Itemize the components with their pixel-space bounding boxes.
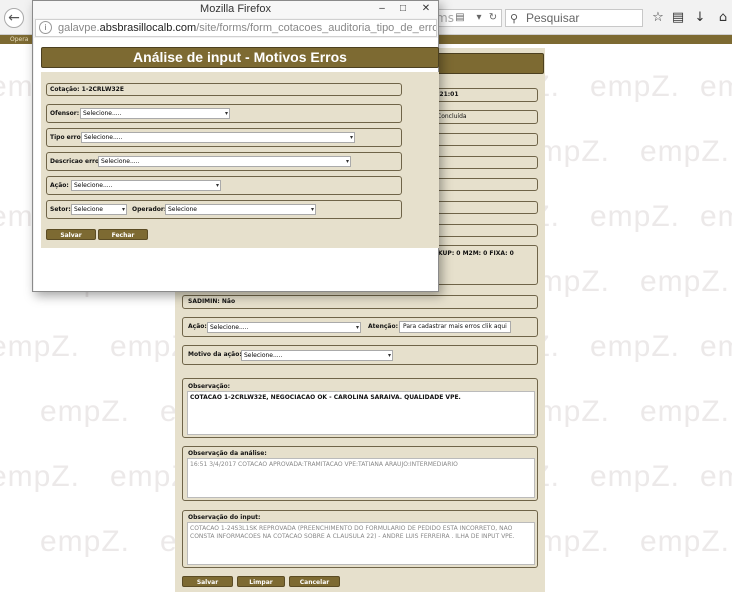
sadimin-row: SADIMIN: Não [182, 295, 538, 309]
popup-content: Análise de input - Motivos Erros Cotação… [34, 38, 439, 291]
close-icon[interactable]: ✕ [419, 2, 433, 16]
cotacao-text: Cotação: 1-2CRLW32E [50, 86, 124, 93]
ofensor-row: Ofensor: Selecione..... [46, 104, 402, 123]
tipo-erro-select[interactable]: Selecione..... [81, 132, 355, 143]
acao-row: Ação: Selecione..... Atenção: Para cadas… [182, 317, 538, 337]
add-more-errors-button[interactable]: Para cadastrar mais erros clik aqui [399, 321, 511, 333]
main-form-title-bar [426, 53, 544, 74]
url-domain: absbrasillocalb.com [99, 22, 197, 34]
watermark-text: empZ. [640, 525, 731, 558]
menu-operacao[interactable]: Opera [10, 35, 28, 44]
field-row-7 [426, 224, 538, 237]
info-icon[interactable]: i [39, 21, 52, 34]
popup-heading: Análise de input - Motivos Erros [41, 47, 439, 68]
watermark-text: empZ. [700, 70, 732, 103]
field-row-3 [426, 133, 538, 146]
watermark-text: empZ. [40, 525, 131, 558]
motivo-label: Motivo da ação: [188, 351, 242, 358]
popup-save-button[interactable]: Salvar [46, 229, 96, 240]
search-input[interactable]: ⚲ Pesquisar [505, 9, 643, 27]
counts-text: KUP: 0 M2M: 0 FIXA: 0 [438, 250, 514, 257]
motivo-select[interactable]: Selecione..... [241, 350, 393, 361]
sadimin-text: SADIMIN: Não [188, 298, 236, 305]
descricao-label: Descricao erro: [50, 158, 102, 165]
tipo-erro-label: Tipo erro: [50, 134, 84, 141]
tipo-erro-row: Tipo erro: Selecione..... [46, 128, 402, 147]
observacao-textarea[interactable]: COTACAO 1-2CRLW32E, NEGOCIACAO OK - CARO… [187, 391, 535, 435]
popup-close-button[interactable]: Fechar [98, 229, 148, 240]
popup-acao-select[interactable]: Selecione..... [71, 180, 221, 191]
reload-icon[interactable]: ↻ [486, 12, 500, 24]
motivo-row: Motivo da ação: Selecione..... [182, 345, 538, 365]
home-icon[interactable]: ⌂ [715, 10, 731, 26]
descricao-row: Descricao erro: Selecione..... [46, 152, 402, 171]
acao-select[interactable]: Selecione..... [207, 322, 361, 333]
back-button[interactable]: ← [4, 8, 24, 28]
field-row-4 [426, 156, 538, 169]
operador-label: Operador: [132, 206, 167, 213]
popup-title-bar: Mozilla Firefox – □ ✕ [33, 1, 438, 18]
dropdown-icon[interactable]: ▾ [472, 12, 486, 24]
watermark-text: empZ. [640, 395, 731, 428]
setor-label: Setor: [50, 206, 71, 213]
url-path: /site/forms/form_cotacoes_auditoria_tipo… [196, 22, 436, 34]
time-value: :21:01 [437, 91, 459, 98]
atencao-label: Atenção: [368, 323, 398, 330]
ofensor-label: Ofensor: [50, 110, 80, 117]
watermark-text: empZ. [590, 200, 681, 233]
popup-acao-row: Ação: Selecione..... [46, 176, 402, 195]
search-icon: ⚲ [510, 13, 519, 25]
bookmarks-list-icon[interactable]: ▤ [670, 10, 686, 26]
bookmark-star-icon[interactable]: ☆ [650, 10, 666, 26]
obs-analise-label: Observação da análise: [188, 450, 267, 457]
status-value: Concluída [437, 113, 467, 120]
watermark-text: empZ. [700, 460, 732, 493]
obs-input-label: Observação do input: [188, 514, 261, 521]
acao-label: Ação: [188, 323, 207, 330]
descricao-select[interactable]: Selecione..... [98, 156, 351, 167]
screen: { "browser": { "url_tail": "ms", "search… [0, 0, 732, 592]
ofensor-select[interactable]: Selecione..... [80, 108, 230, 119]
search-placeholder: Pesquisar [526, 11, 580, 25]
minimize-icon[interactable]: – [375, 2, 389, 16]
field-row-5 [426, 178, 538, 191]
observacao-row: Observação: COTACAO 1-2CRLW32E, NEGOCIAC… [182, 378, 538, 438]
cotacao-row: Cotação: 1-2CRLW32E [46, 83, 402, 96]
watermark-text: empZ. [700, 200, 732, 233]
main-cancel-button[interactable]: Cancelar [289, 576, 340, 587]
watermark-text: empZ. [700, 330, 732, 363]
counts-row: KUP: 0 M2M: 0 FIXA: 0 [426, 245, 538, 285]
watermark-text: empZ. [640, 135, 731, 168]
setor-select[interactable]: Selecione [71, 204, 127, 215]
operador-select[interactable]: Selecione [165, 204, 316, 215]
watermark-text: empZ. [0, 460, 81, 493]
popup-url-bar[interactable]: i galavpe.absbrasillocalb.com/site/forms… [35, 19, 437, 37]
watermark-text: empZ. [590, 330, 681, 363]
download-icon[interactable]: ↓ [692, 10, 708, 26]
field-row-6 [426, 201, 538, 214]
main-save-button[interactable]: Salvar [182, 576, 233, 587]
maximize-icon[interactable]: □ [396, 2, 410, 16]
watermark-text: empZ. [40, 395, 131, 428]
popup-acao-label: Ação: [50, 182, 69, 189]
setor-operador-row: Setor: Selecione Operador: Selecione [46, 200, 402, 219]
watermark-text: empZ. [0, 330, 81, 363]
obs-analise-textarea: 16:51 3/4/2017 COTACAO APROVADA:TRAMITAC… [187, 458, 535, 498]
status-row: Concluída [426, 110, 538, 124]
observacao-label: Observação: [188, 383, 231, 390]
popup-form-body: Cotação: 1-2CRLW32E Ofensor: Selecione..… [41, 72, 439, 248]
time-row: :21:01 [426, 88, 538, 102]
watermark-text: empZ. [590, 460, 681, 493]
watermark-text: empZ. [590, 70, 681, 103]
url-bar[interactable]: ms ▤ ▾ ↻ [436, 9, 502, 27]
obs-analise-row: Observação da análise: 16:51 3/4/2017 CO… [182, 446, 538, 501]
reader-view-icon[interactable]: ▤ [453, 12, 467, 24]
popup-window: Mozilla Firefox – □ ✕ i galavpe.absbrasi… [32, 0, 439, 292]
popup-title: Mozilla Firefox [200, 3, 271, 15]
main-clear-button[interactable]: Limpar [237, 576, 285, 587]
url-prefix: galavpe. [58, 22, 100, 34]
obs-input-row: Observação do input: COTACAO 1-24S3L1SK … [182, 510, 538, 568]
watermark-text: empZ. [640, 265, 731, 298]
obs-input-textarea: COTACAO 1-24S3L1SK REPROVADA (PREENCHIME… [187, 522, 535, 565]
